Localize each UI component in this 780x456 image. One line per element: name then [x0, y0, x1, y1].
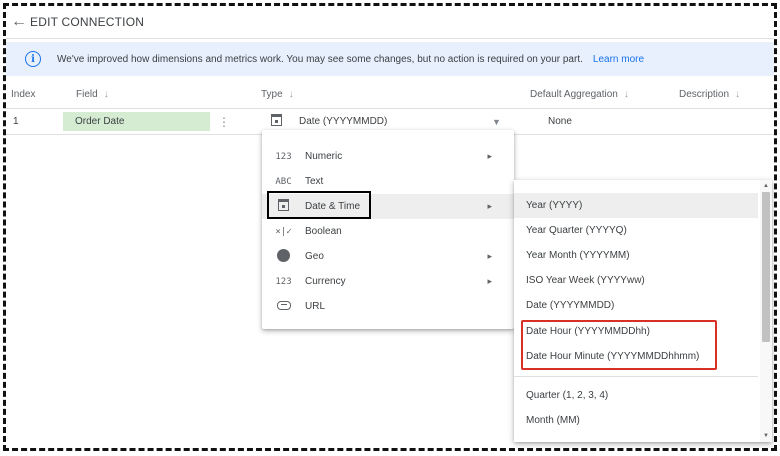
aggregation-value[interactable]: None — [548, 109, 572, 135]
chevron-right-icon: ▸ — [487, 151, 492, 161]
submenu-item[interactable]: Year (YYYY) — [514, 193, 758, 218]
date-hour-highlight-box — [521, 320, 717, 370]
submenu-scrollbar[interactable]: ▲ ▼ — [760, 180, 772, 442]
sort-arrow-down-icon: ↓ — [103, 89, 109, 100]
header-field-label: Field — [76, 89, 98, 100]
sort-arrow-down-icon: ↓ — [735, 89, 741, 100]
submenu-item[interactable]: Date (YYYYMMDD) — [514, 293, 758, 318]
text-icon: ABC — [275, 176, 292, 187]
arrow-left-icon[interactable]: ← — [8, 13, 30, 31]
header-field[interactable]: Field ↓ — [76, 82, 109, 108]
submenu-item[interactable]: Quarter (1, 2, 3, 4) — [514, 383, 758, 408]
scroll-up-arrow-icon[interactable]: ▲ — [760, 183, 772, 189]
top-bar: ← EDIT CONNECTION — [6, 6, 774, 39]
chevron-right-icon: ▸ — [487, 276, 492, 286]
menu-item-label: Boolean — [305, 226, 342, 237]
menu-item-boolean[interactable]: ×|✓ Boolean — [262, 219, 514, 244]
page-title: EDIT CONNECTION — [30, 15, 145, 29]
menu-divider — [514, 376, 758, 377]
header-type-label: Type — [261, 89, 283, 100]
date-time-submenu: Year (YYYY) Year Quarter (YYYYQ) Year Mo… — [514, 180, 772, 442]
banner-message: We've improved how dimensions and metric… — [57, 53, 583, 65]
header-description[interactable]: Description ↓ — [679, 82, 740, 108]
header-aggregation-label: Default Aggregation — [530, 89, 618, 100]
menu-item-label: Currency — [305, 276, 346, 287]
field-name-chip[interactable]: Order Date — [63, 112, 210, 131]
boolean-icon: ×|✓ — [275, 226, 292, 237]
learn-more-link[interactable]: Learn more — [593, 54, 644, 65]
currency-icon: 123 — [275, 276, 292, 287]
menu-item-geo[interactable]: Geo ▸ — [262, 244, 514, 269]
menu-item-url[interactable]: URL — [262, 294, 514, 319]
submenu-item[interactable]: Year Quarter (YYYYQ) — [514, 218, 758, 243]
submenu-item[interactable]: Year Month (YYYYMM) — [514, 243, 758, 268]
menu-item-numeric[interactable]: 123 Numeric ▸ — [262, 144, 514, 169]
menu-item-label: Text — [305, 176, 324, 187]
header-index: Index — [11, 89, 36, 100]
menu-item-label: Geo — [305, 251, 324, 262]
sort-arrow-down-icon: ↓ — [288, 89, 294, 100]
chevron-right-icon: ▸ — [487, 201, 492, 211]
header-aggregation[interactable]: Default Aggregation ↓ — [530, 82, 629, 108]
more-vert-icon[interactable]: ⋮ — [218, 109, 230, 135]
globe-icon — [275, 248, 292, 265]
info-icon: i — [25, 51, 41, 67]
type-menu: 123 Numeric ▸ ABC Text Date & Time ▸ ×|✓… — [262, 130, 514, 329]
calendar-icon — [271, 114, 282, 126]
header-type[interactable]: Type ↓ — [261, 82, 294, 108]
scrollbar-thumb[interactable] — [762, 192, 770, 342]
link-icon — [275, 300, 292, 313]
sort-arrow-down-icon: ↓ — [623, 89, 629, 100]
submenu-item[interactable]: ISO Year Week (YYYYww) — [514, 268, 758, 293]
menu-item-label: URL — [305, 301, 326, 312]
scroll-down-arrow-icon[interactable]: ▼ — [760, 433, 772, 439]
submenu-item[interactable]: Month (MM) — [514, 408, 758, 433]
chevron-right-icon: ▸ — [487, 251, 492, 261]
row-index: 1 — [13, 116, 19, 127]
date-time-highlight-box — [267, 191, 371, 219]
numeric-icon: 123 — [275, 151, 292, 162]
menu-item-label: Numeric — [305, 151, 343, 162]
header-description-label: Description — [679, 89, 730, 100]
menu-item-currency[interactable]: 123 Currency ▸ — [262, 269, 514, 294]
info-banner: i We've improved how dimensions and metr… — [6, 42, 774, 76]
table-header: Index Field ↓ Type ↓ Default Aggregation ↓ … — [6, 82, 774, 109]
edit-connection-panel: ← EDIT CONNECTION i We've improved how d… — [3, 3, 777, 451]
